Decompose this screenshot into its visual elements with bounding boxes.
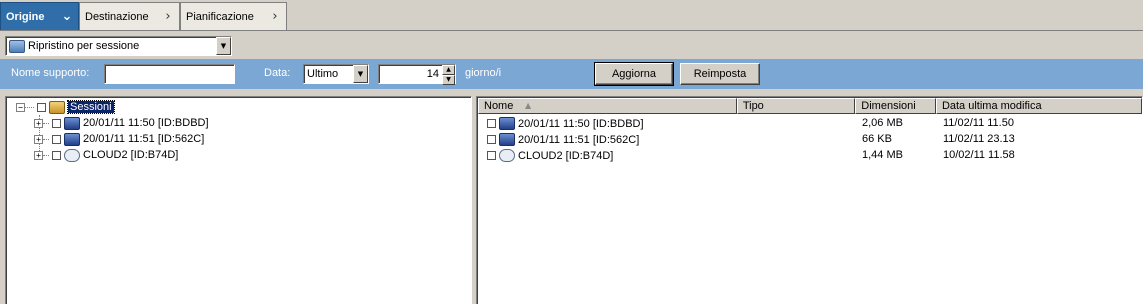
column-header-nome[interactable]: Nome ▲ — [478, 98, 737, 114]
restore-mode-value: Ripristino per sessione — [28, 40, 140, 52]
session-icon — [64, 116, 80, 130]
expand-icon[interactable]: + — [34, 134, 43, 144]
media-name-label: Nome supporto: — [11, 67, 90, 79]
session-icon — [64, 132, 80, 146]
row-checkbox[interactable] — [487, 151, 496, 160]
spin-down-icon[interactable]: ▼ — [442, 75, 455, 85]
tree-checkbox[interactable] — [37, 102, 46, 112]
tab-label: Pianificazione — [186, 10, 254, 23]
list-row[interactable]: CLOUD2 [ID:B74D] 1,44 MB 10/02/11 11.58 — [477, 148, 1142, 164]
tree-root-label: Sessioni — [67, 100, 115, 114]
date-select-value: Ultimo — [307, 68, 339, 80]
dropdown-arrow-icon[interactable]: ▼ — [216, 37, 231, 55]
spin-up-icon[interactable]: ▲ — [442, 65, 455, 75]
expand-icon[interactable]: + — [34, 150, 43, 160]
tree-item[interactable]: + 20/01/11 11:51 [ID:562C] — [34, 131, 204, 147]
tree-checkbox[interactable] — [52, 150, 61, 160]
row-size: 2,06 MB — [862, 117, 903, 129]
list-row[interactable]: 20/01/11 11:50 [ID:BDBD] 2,06 MB 11/02/1… — [477, 116, 1142, 132]
days-unit-label: giorno/i — [465, 67, 502, 79]
tab-pianificazione[interactable]: Pianificazione › — [180, 2, 287, 30]
row-checkbox[interactable] — [487, 119, 496, 128]
row-checkbox[interactable] — [487, 135, 496, 144]
chevron-down-icon: ⌄ — [61, 9, 73, 24]
filter-bar: Nome supporto: Data: Ultimo ▼ 14 ▲ ▼ gio… — [0, 59, 1143, 89]
tree-dots — [43, 154, 49, 156]
chevron-right-icon: › — [165, 9, 171, 24]
session-icon — [499, 117, 515, 130]
column-header-data-modifica[interactable]: Data ultima modifica — [935, 98, 1142, 114]
column-header-dimensioni[interactable]: Dimensioni — [855, 98, 936, 114]
tree-dots — [43, 138, 49, 140]
sort-ascending-icon: ▲ — [525, 101, 532, 110]
sessions-folder-icon — [49, 100, 65, 114]
tab-label: Origine — [6, 10, 45, 23]
days-stepper[interactable]: 14 ▲ ▼ — [378, 64, 456, 85]
row-modified: 10/02/11 11.58 — [943, 149, 1015, 161]
tree-item-label: 20/01/11 11:51 [ID:562C] — [83, 133, 205, 145]
row-modified: 11/02/11 11.50 — [943, 117, 1014, 129]
reset-button[interactable]: Reimposta — [680, 63, 760, 85]
tree-item-label: CLOUD2 [ID:B74D] — [83, 149, 179, 161]
column-label: Data ultima modifica — [941, 100, 1042, 112]
session-tree[interactable]: − Sessioni + 20/01/11 11:50 [ID:BDBD] + … — [5, 96, 472, 304]
list-header: Nome ▲ Tipo Dimensioni Data ultima modif… — [478, 98, 1142, 114]
tree-checkbox[interactable] — [52, 134, 61, 144]
restore-mode-select[interactable]: Ripristino per sessione ▼ — [5, 36, 232, 56]
tree-item[interactable]: + CLOUD2 [ID:B74D] — [34, 147, 178, 163]
name-cell: CLOUD2 [ID:B74D] — [484, 149, 613, 162]
dropdown-arrow-icon[interactable]: ▼ — [353, 65, 368, 83]
column-label: Dimensioni — [861, 100, 916, 112]
cloud-icon — [499, 149, 515, 162]
column-label: Nome — [484, 100, 514, 112]
row-name: 20/01/11 11:50 [ID:BDBD] — [518, 117, 644, 130]
collapse-icon[interactable]: − — [16, 102, 25, 112]
row-name: 20/01/11 11:51 [ID:562C] — [518, 133, 640, 146]
session-icon — [499, 133, 515, 146]
tree-item-label: 20/01/11 11:50 [ID:BDBD] — [83, 117, 209, 129]
cloud-icon — [64, 148, 80, 162]
row-size: 66 KB — [862, 133, 892, 145]
tab-destinazione[interactable]: Destinazione › — [79, 2, 180, 30]
restore-icon — [9, 39, 25, 53]
tree-item[interactable]: + 20/01/11 11:50 [ID:BDBD] — [34, 115, 209, 131]
name-cell: 20/01/11 11:50 [ID:BDBD] — [484, 117, 644, 130]
tree-root-sessioni[interactable]: − Sessioni — [16, 99, 115, 115]
name-cell: 20/01/11 11:51 [ID:562C] — [484, 133, 639, 146]
tab-origine[interactable]: Origine ⌄ — [0, 2, 79, 30]
expand-icon[interactable]: + — [34, 118, 43, 128]
tree-checkbox[interactable] — [52, 118, 61, 128]
tab-label: Destinazione — [85, 10, 149, 23]
refresh-button[interactable]: Aggiorna — [594, 62, 674, 86]
file-list[interactable]: Nome ▲ Tipo Dimensioni Data ultima modif… — [476, 96, 1143, 304]
media-name-input[interactable] — [104, 64, 235, 84]
date-label: Data: — [264, 67, 291, 79]
row-name: CLOUD2 [ID:B74D] — [518, 149, 614, 162]
tree-dots — [43, 122, 49, 124]
row-modified: 11/02/11 23.13 — [943, 133, 1015, 145]
chevron-right-icon: › — [272, 9, 278, 24]
days-value: 14 — [426, 68, 439, 80]
column-label: Tipo — [742, 100, 764, 112]
column-header-tipo[interactable]: Tipo — [736, 98, 856, 114]
mode-row: Ripristino per sessione ▼ — [0, 31, 1143, 59]
list-row[interactable]: 20/01/11 11:51 [ID:562C] 66 KB 11/02/11 … — [477, 132, 1142, 148]
tree-dots — [25, 106, 34, 108]
date-select[interactable]: Ultimo ▼ — [303, 64, 369, 84]
tab-bar: Origine ⌄ Destinazione › Pianificazione … — [0, 0, 1143, 31]
row-size: 1,44 MB — [862, 149, 903, 161]
